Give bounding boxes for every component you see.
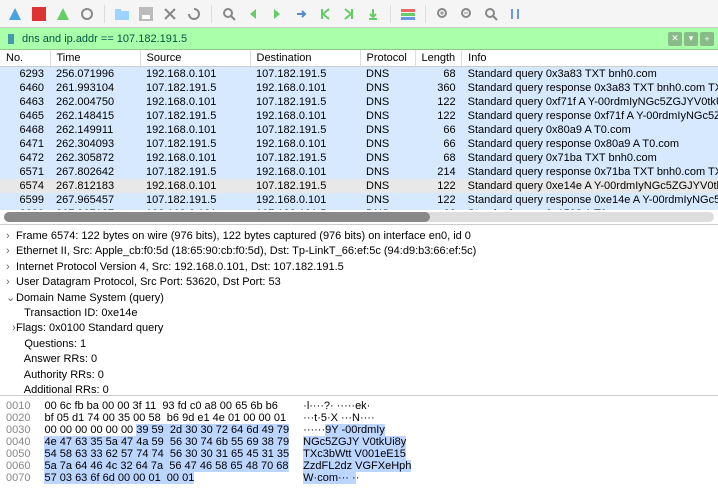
- col-info[interactable]: Info: [462, 50, 718, 67]
- packet-bytes-pane[interactable]: 0010 0020 0030 0040 0050 0060 0070 00 6c…: [0, 396, 718, 492]
- packet-details-pane[interactable]: ›Frame 6574: 122 bytes on wire (976 bits…: [0, 224, 718, 396]
- table-row[interactable]: 6465262.148415107.182.191.5192.168.0.101…: [0, 109, 718, 123]
- packet-list-header[interactable]: No. Time Source Destination Protocol Len…: [0, 50, 718, 67]
- table-row[interactable]: 6293256.071996192.168.0.101107.182.191.5…: [0, 67, 718, 82]
- last-icon[interactable]: [338, 3, 360, 25]
- hex-offsets: 0010 0020 0030 0040 0050 0060 0070: [6, 400, 30, 488]
- detail-authority-rrs[interactable]: Authority RRs: 0: [6, 368, 712, 383]
- colorize-icon[interactable]: [397, 3, 419, 25]
- detail-dns[interactable]: ⌄Domain Name System (query): [6, 291, 712, 306]
- display-filter-input[interactable]: [22, 33, 668, 45]
- goto-icon[interactable]: [290, 3, 312, 25]
- col-protocol[interactable]: Protocol: [360, 50, 415, 67]
- add-filter-icon[interactable]: +: [700, 32, 714, 46]
- clear-filter-icon[interactable]: ✕: [668, 32, 682, 46]
- table-row[interactable]: 6472262.305872192.168.0.101107.182.191.5…: [0, 151, 718, 165]
- table-row[interactable]: 6571267.802642107.182.191.5192.168.0.101…: [0, 165, 718, 179]
- table-row[interactable]: 6460261.993104107.182.191.5192.168.0.101…: [0, 81, 718, 95]
- packet-list-hscroll[interactable]: [4, 212, 714, 222]
- hex-ascii[interactable]: ·l····?· ·····ek· ···t·5·X ···N···· ····…: [303, 400, 411, 488]
- table-row[interactable]: 6574267.812183192.168.0.101107.182.191.5…: [0, 179, 718, 193]
- col-destination[interactable]: Destination: [250, 50, 360, 67]
- detail-additional-rrs[interactable]: Additional RRs: 0: [6, 383, 712, 396]
- stop-icon[interactable]: [28, 3, 50, 25]
- detail-answer-rrs[interactable]: Answer RRs: 0: [6, 352, 712, 367]
- save-icon[interactable]: [135, 3, 157, 25]
- first-icon[interactable]: [314, 3, 336, 25]
- detail-flags[interactable]: ›Flags: 0x0100 Standard query: [6, 321, 712, 336]
- next-icon[interactable]: [266, 3, 288, 25]
- main-toolbar: [0, 0, 718, 28]
- col-time[interactable]: Time: [50, 50, 140, 67]
- bookmark-icon[interactable]: [4, 32, 18, 46]
- detail-ip[interactable]: ›Internet Protocol Version 4, Src: 192.1…: [6, 260, 712, 275]
- table-row[interactable]: 6599267.965457107.182.191.5192.168.0.101…: [0, 193, 718, 207]
- zoom-reset-icon[interactable]: [480, 3, 502, 25]
- options-icon[interactable]: [76, 3, 98, 25]
- reload-icon[interactable]: [183, 3, 205, 25]
- resize-columns-icon[interactable]: [504, 3, 526, 25]
- shark-fin-icon[interactable]: [4, 3, 26, 25]
- table-row[interactable]: 6471262.304093107.182.191.5192.168.0.101…: [0, 137, 718, 151]
- close-icon[interactable]: [159, 3, 181, 25]
- table-row[interactable]: 6468262.149911192.168.0.101107.182.191.5…: [0, 123, 718, 137]
- col-source[interactable]: Source: [140, 50, 250, 67]
- detail-frame[interactable]: ›Frame 6574: 122 bytes on wire (976 bits…: [6, 229, 712, 244]
- table-row[interactable]: 6463262.004750192.168.0.101107.182.191.5…: [0, 95, 718, 109]
- open-icon[interactable]: [111, 3, 133, 25]
- prev-icon[interactable]: [242, 3, 264, 25]
- packet-list-pane[interactable]: No. Time Source Destination Protocol Len…: [0, 50, 718, 210]
- display-filter-bar: ✕ ▾ +: [0, 28, 718, 50]
- table-row[interactable]: 6600267.967127192.168.0.101107.182.191.5…: [0, 207, 718, 210]
- hex-bytes[interactable]: 00 6c fb ba 00 00 3f 11 93 fd c0 a8 00 6…: [44, 400, 289, 488]
- col-length[interactable]: Length: [415, 50, 462, 67]
- restart-icon[interactable]: [52, 3, 74, 25]
- detail-questions[interactable]: Questions: 1: [6, 337, 712, 352]
- find-icon[interactable]: [218, 3, 240, 25]
- autoscroll-icon[interactable]: [362, 3, 384, 25]
- detail-ethernet[interactable]: ›Ethernet II, Src: Apple_cb:f0:5d (18:65…: [6, 244, 712, 259]
- zoom-in-icon[interactable]: [432, 3, 454, 25]
- apply-filter-icon[interactable]: ▾: [684, 32, 698, 46]
- zoom-out-icon[interactable]: [456, 3, 478, 25]
- col-no[interactable]: No.: [0, 50, 50, 67]
- detail-udp[interactable]: ›User Datagram Protocol, Src Port: 53620…: [6, 275, 712, 290]
- detail-txid[interactable]: Transaction ID: 0xe14e: [6, 306, 712, 321]
